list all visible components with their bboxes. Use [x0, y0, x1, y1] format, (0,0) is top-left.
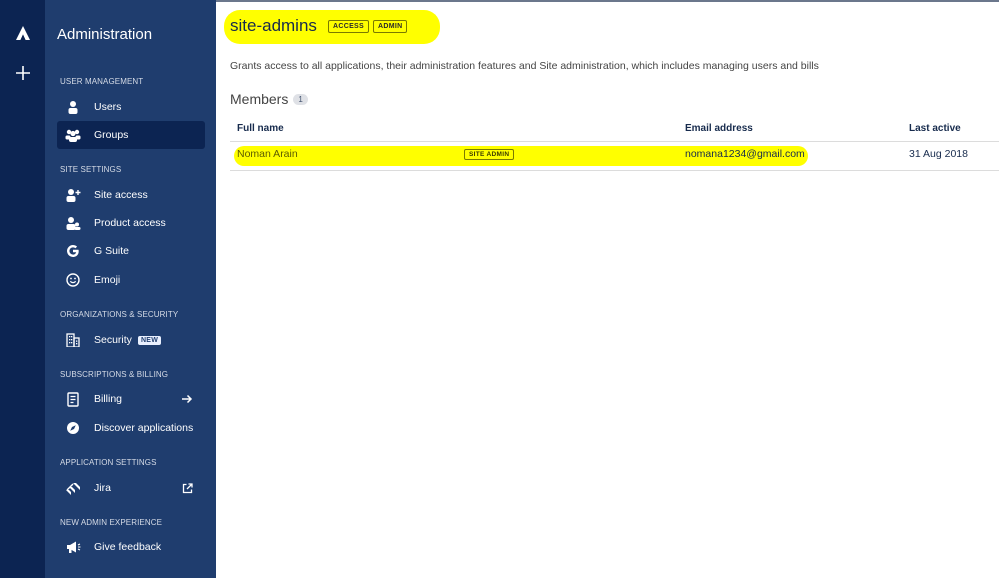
page-title: site-admins	[230, 16, 317, 35]
members-heading: Members 1	[230, 91, 308, 107]
sidebar-item-label: Product access	[94, 217, 166, 229]
members-count-badge: 1	[293, 93, 308, 105]
google-icon	[65, 243, 81, 259]
member-last-active: 31 Aug 2018	[909, 148, 968, 160]
sidebar-title: Administration	[57, 26, 153, 43]
column-header-email[interactable]: Email address	[685, 123, 753, 134]
emoji-smile-icon	[65, 272, 81, 288]
compass-icon	[65, 420, 81, 436]
main-content: site-admins ACCESS ADMIN Grants access t…	[216, 0, 999, 578]
office-building-icon	[65, 332, 81, 348]
atlassian-logo-icon[interactable]	[0, 18, 45, 48]
section-site-settings: SITE SETTINGS	[60, 165, 122, 174]
sidebar-item-give-feedback[interactable]: Give feedback	[57, 533, 205, 561]
global-navigation-rail	[0, 0, 45, 578]
sidebar-item-jira[interactable]: Jira	[57, 474, 205, 502]
megaphone-icon	[65, 539, 81, 555]
user-icon	[65, 99, 81, 115]
column-header-last-active[interactable]: Last active	[909, 123, 961, 134]
jira-logo-icon	[65, 480, 81, 496]
sidebar-item-security[interactable]: Security NEW	[57, 326, 205, 354]
sidebar-item-groups[interactable]: Groups	[57, 121, 205, 149]
people-group-icon	[65, 127, 81, 143]
sidebar-item-discover-applications[interactable]: Discover applications	[57, 414, 205, 442]
section-application-settings: APPLICATION SETTINGS	[60, 458, 157, 467]
sidebar-item-users[interactable]: Users	[57, 93, 205, 121]
member-name-link[interactable]: Noman Arain	[237, 148, 298, 160]
sidebar-item-label: Billing	[94, 393, 123, 405]
sidebar-item-label: Discover applications	[94, 422, 194, 434]
user-add-icon	[65, 187, 81, 203]
sidebar-item-billing[interactable]: Billing	[57, 385, 205, 413]
admin-sidebar: Administration USER MANAGEMENT Users Gro…	[45, 0, 216, 578]
invoice-icon	[65, 391, 81, 407]
sidebar-item-label: Users	[94, 101, 122, 113]
sidebar-item-label: G Suite	[94, 245, 130, 257]
member-email: nomana1234@gmail.com	[685, 148, 805, 160]
members-heading-label: Members	[230, 91, 289, 107]
section-user-management: USER MANAGEMENT	[60, 77, 144, 86]
column-header-full-name[interactable]: Full name	[237, 123, 284, 134]
sidebar-item-emoji[interactable]: Emoji	[57, 266, 205, 294]
sidebar-item-label: Security	[94, 334, 132, 346]
sidebar-item-site-access[interactable]: Site access	[57, 181, 205, 209]
admin-lozenge: ADMIN	[373, 20, 408, 33]
access-lozenge: ACCESS	[328, 20, 369, 33]
top-divider	[216, 0, 999, 2]
section-subscriptions-billing: SUBSCRIPTIONS & BILLING	[60, 370, 169, 379]
section-new-admin-experience: NEW ADMIN EXPERIENCE	[60, 518, 163, 527]
sidebar-item-label: Emoji	[94, 274, 121, 286]
table-row-divider	[230, 170, 999, 171]
sidebar-item-label: Jira	[94, 482, 111, 494]
new-badge: NEW	[137, 335, 162, 345]
users-icon	[65, 215, 81, 231]
arrow-right-icon	[179, 391, 195, 407]
table-header-divider	[230, 141, 999, 142]
plus-icon[interactable]	[0, 58, 45, 88]
sidebar-item-label: Give feedback	[94, 541, 162, 553]
sidebar-item-label: Groups	[94, 129, 129, 141]
site-admin-badge: SITE ADMIN	[464, 149, 515, 160]
group-description: Grants access to all applications, their…	[230, 60, 819, 72]
external-link-icon	[179, 480, 195, 496]
section-organizations-security: ORGANIZATIONS & SECURITY	[60, 310, 179, 319]
sidebar-item-g-suite[interactable]: G Suite	[57, 237, 205, 265]
sidebar-item-label: Site access	[94, 189, 148, 201]
sidebar-item-product-access[interactable]: Product access	[57, 209, 205, 237]
